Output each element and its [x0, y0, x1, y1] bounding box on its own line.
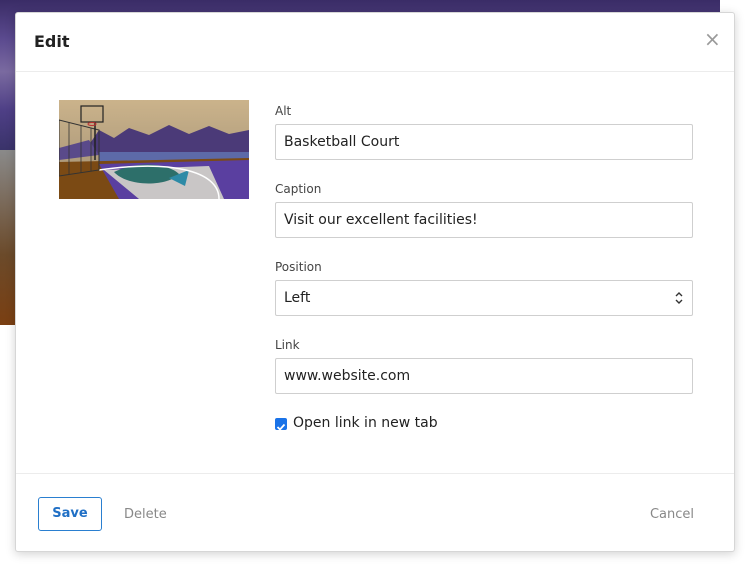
- edit-image-modal: Edit × Alt Basketball Court Caption Visi…: [15, 12, 735, 552]
- image-thumbnail: [59, 100, 249, 199]
- chevron-up-down-icon: [675, 292, 683, 304]
- modal-header: Edit ×: [16, 13, 734, 72]
- link-input[interactable]: www.website.com: [275, 358, 693, 394]
- modal-title: Edit: [34, 32, 70, 51]
- close-icon[interactable]: ×: [704, 29, 721, 49]
- position-select-value: Left: [284, 290, 311, 306]
- cancel-button[interactable]: Cancel: [650, 507, 694, 522]
- open-in-new-tab-checkbox[interactable]: [275, 418, 287, 431]
- caption-label: Caption: [275, 182, 322, 196]
- delete-button[interactable]: Delete: [124, 507, 167, 522]
- open-in-new-tab-label: Open link in new tab: [293, 415, 438, 431]
- link-label: Link: [275, 338, 300, 352]
- basketball-court-thumbnail: [59, 100, 249, 199]
- save-button[interactable]: Save: [38, 497, 102, 531]
- checkmark-icon: [276, 423, 286, 431]
- position-select[interactable]: Left: [275, 280, 693, 316]
- modal-footer-divider: [16, 473, 734, 474]
- alt-input[interactable]: Basketball Court: [275, 124, 693, 160]
- position-label: Position: [275, 260, 322, 274]
- caption-input[interactable]: Visit our excellent facilities!: [275, 202, 693, 238]
- alt-label: Alt: [275, 104, 292, 118]
